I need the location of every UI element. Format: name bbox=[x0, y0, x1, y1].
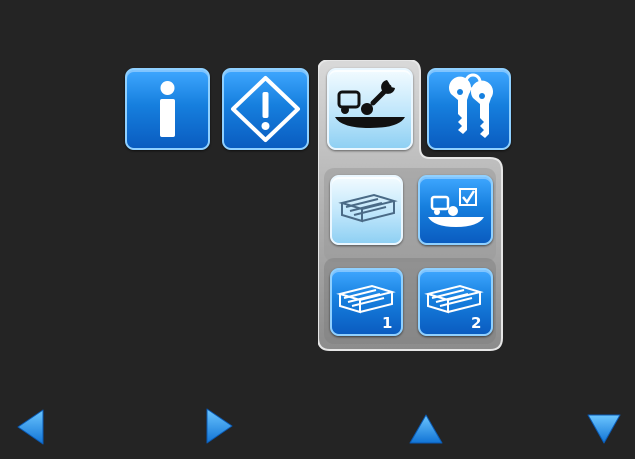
pallet-icon: 1 bbox=[336, 284, 396, 332]
info-icon bbox=[160, 81, 175, 137]
device-screen: 1 2 bbox=[0, 0, 635, 459]
pallet-1-button[interactable]: 1 bbox=[330, 268, 403, 336]
warning-icon bbox=[231, 76, 300, 142]
pallet-select-button[interactable] bbox=[330, 175, 403, 245]
keys-button[interactable] bbox=[427, 68, 511, 150]
scale-check-button[interactable] bbox=[418, 175, 493, 245]
pallet-2-label: 2 bbox=[471, 314, 481, 332]
right-arrow-icon[interactable] bbox=[205, 407, 235, 445]
up-arrow-icon[interactable] bbox=[408, 413, 444, 445]
left-arrow-icon[interactable] bbox=[15, 408, 45, 446]
down-arrow-icon[interactable] bbox=[586, 413, 622, 445]
warning-button[interactable] bbox=[222, 68, 309, 150]
scale-wrench-icon bbox=[335, 80, 405, 128]
info-button[interactable] bbox=[125, 68, 210, 150]
scale-service-button[interactable] bbox=[327, 68, 413, 150]
keys-icon bbox=[449, 73, 493, 138]
scale-check-icon bbox=[428, 188, 484, 227]
pallet-icon: 2 bbox=[424, 284, 484, 332]
pallet-1-label: 1 bbox=[382, 314, 392, 332]
pallet-icon bbox=[338, 193, 398, 223]
pallet-2-button[interactable]: 2 bbox=[418, 268, 493, 336]
